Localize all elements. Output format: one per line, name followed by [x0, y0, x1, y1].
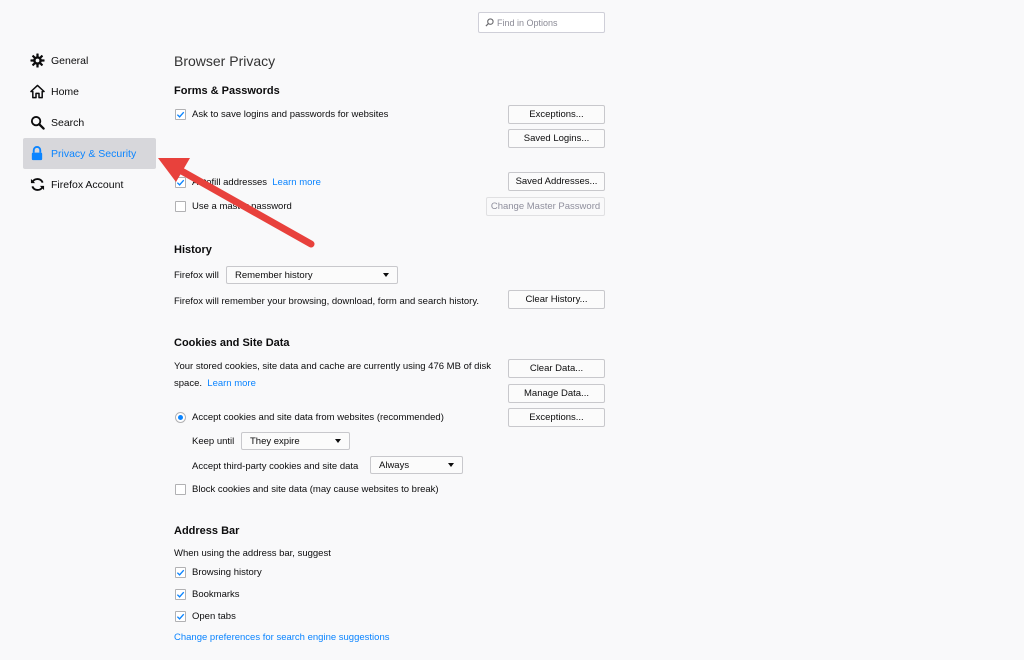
- browsing-history-checkbox[interactable]: [175, 567, 186, 578]
- radio-selected-dot: [178, 415, 183, 420]
- third-party-label: Accept third-party cookies and site data: [192, 461, 359, 472]
- change-search-prefs-link[interactable]: Change preferences for search engine sug…: [174, 632, 389, 643]
- clear-data-button[interactable]: Clear Data...: [508, 359, 605, 378]
- search-icon: [485, 18, 494, 27]
- open-tabs-checkbox[interactable]: [175, 611, 186, 622]
- keep-until-label: Keep until: [192, 436, 235, 447]
- chevron-down-icon: [448, 463, 454, 467]
- third-party-select[interactable]: Always: [370, 456, 463, 474]
- autofill-addresses-label: Autofill addresses Learn more: [192, 177, 321, 188]
- address-bar-intro: When using the address bar, suggest: [174, 548, 331, 559]
- sync-icon: [29, 177, 45, 193]
- sidebar-item-firefox-account[interactable]: Firefox Account: [23, 169, 156, 200]
- sidebar-item-label: Privacy & Security: [51, 147, 137, 160]
- autofill-addresses-text: Autofill addresses: [192, 177, 267, 188]
- lock-icon: [29, 146, 45, 162]
- block-cookies-label: Block cookies and site data (may cause w…: [192, 484, 439, 495]
- third-party-value: Always: [379, 459, 410, 471]
- checkmark-icon: [176, 179, 185, 186]
- autofill-addresses-checkbox[interactable]: [175, 177, 186, 188]
- cookies-description-text: space.: [174, 378, 202, 389]
- home-icon: [29, 84, 45, 100]
- checkmark-icon: [176, 111, 185, 118]
- keep-until-value: They expire: [250, 435, 300, 447]
- master-password-checkbox[interactable]: [175, 201, 186, 212]
- checkmark-icon: [176, 591, 185, 598]
- change-master-password-button[interactable]: Change Master Password: [486, 197, 605, 216]
- history-mode-select[interactable]: Remember history: [226, 266, 398, 284]
- history-mode-value: Remember history: [235, 269, 313, 281]
- sidebar-item-label: General: [51, 54, 89, 67]
- accept-cookies-radio[interactable]: [175, 412, 186, 423]
- section-title-cookies: Cookies and Site Data: [174, 337, 290, 349]
- history-description: Firefox will remember your browsing, dow…: [174, 296, 479, 307]
- open-tabs-label: Open tabs: [192, 611, 236, 622]
- section-title-history: History: [174, 244, 212, 256]
- saved-addresses-button[interactable]: Saved Addresses...: [508, 172, 605, 191]
- sidebar-item-privacy-security[interactable]: Privacy & Security: [23, 138, 156, 169]
- master-password-label: Use a master password: [192, 201, 292, 212]
- sidebar-item-label: Home: [51, 85, 80, 98]
- block-cookies-checkbox[interactable]: [175, 484, 186, 495]
- sidebar-item-search[interactable]: Search: [23, 107, 156, 138]
- chevron-down-icon: [383, 273, 389, 277]
- bookmarks-label: Bookmarks: [192, 589, 240, 600]
- sidebar-item-home[interactable]: Home: [23, 76, 156, 107]
- autofill-learn-more-link[interactable]: Learn more: [272, 177, 321, 188]
- sidebar-item-label: Firefox Account: [51, 178, 124, 191]
- search-box[interactable]: [478, 12, 605, 33]
- bookmarks-checkbox[interactable]: [175, 589, 186, 600]
- accept-cookies-label: Accept cookies and site data from websit…: [192, 412, 444, 423]
- cookies-exceptions-button[interactable]: Exceptions...: [508, 408, 605, 427]
- keep-until-select[interactable]: They expire: [241, 432, 350, 450]
- browsing-history-label: Browsing history: [192, 567, 262, 578]
- cookies-learn-more-link[interactable]: Learn more: [207, 378, 256, 389]
- forms-exceptions-button[interactable]: Exceptions...: [508, 105, 605, 124]
- ask-save-logins-label: Ask to save logins and passwords for web…: [192, 109, 389, 120]
- ask-save-logins-checkbox[interactable]: [175, 109, 186, 120]
- chevron-down-icon: [335, 439, 341, 443]
- section-title-address-bar: Address Bar: [174, 525, 240, 537]
- manage-data-button[interactable]: Manage Data...: [508, 384, 605, 403]
- firefox-will-label: Firefox will: [174, 270, 219, 281]
- gear-icon: [29, 53, 45, 69]
- magnifier-icon: [29, 115, 45, 131]
- section-title-forms: Forms & Passwords: [174, 85, 280, 97]
- sidebar-item-general[interactable]: General: [23, 45, 156, 76]
- page-title: Browser Privacy: [174, 53, 276, 69]
- cookies-description-line2: space. Learn more: [174, 378, 256, 389]
- sidebar-item-label: Search: [51, 116, 85, 129]
- checkmark-icon: [176, 613, 185, 620]
- search-input[interactable]: [497, 17, 597, 28]
- cookies-description-line1: Your stored cookies, site data and cache…: [174, 361, 492, 372]
- checkmark-icon: [176, 569, 185, 576]
- clear-history-button[interactable]: Clear History...: [508, 290, 605, 309]
- saved-logins-button[interactable]: Saved Logins...: [508, 129, 605, 148]
